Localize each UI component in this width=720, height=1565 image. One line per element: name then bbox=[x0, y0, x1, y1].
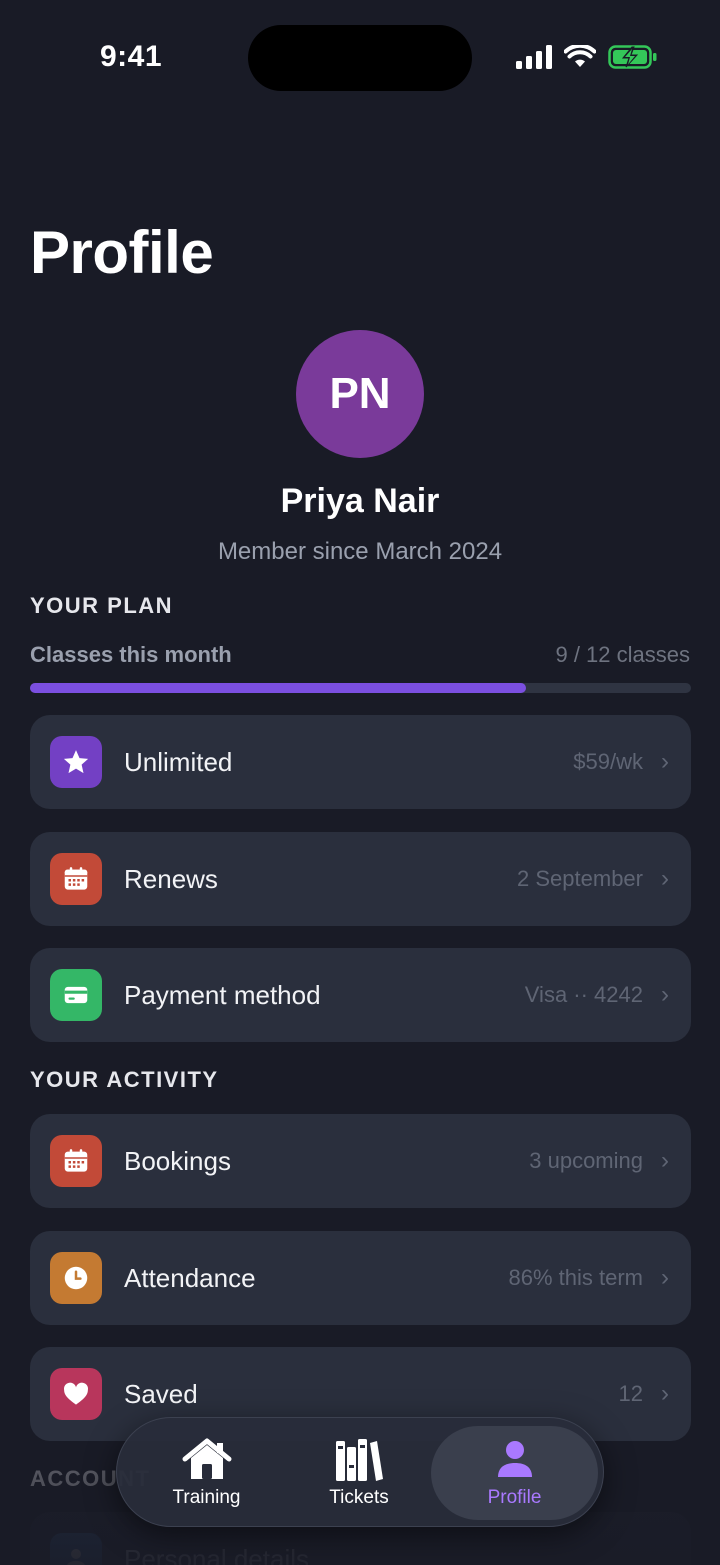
row-value: 86% this term bbox=[508, 1265, 644, 1290]
dynamic-island bbox=[248, 25, 472, 91]
page-title: Profile bbox=[30, 219, 214, 286]
row-label: Bookings bbox=[124, 1145, 231, 1176]
calendar-icon bbox=[50, 853, 102, 905]
progress-value: 9 / 12 classes bbox=[555, 642, 690, 667]
calendar-icon bbox=[50, 1135, 102, 1187]
status-bar: 9:41 bbox=[0, 0, 720, 110]
chevron-right-icon: › bbox=[661, 981, 669, 1008]
section-header-activity: YOUR ACTIVITY bbox=[30, 1067, 219, 1092]
chevron-right-icon: › bbox=[661, 1147, 669, 1174]
tab-profile[interactable]: Profile bbox=[431, 1426, 598, 1520]
row-value: 2 September bbox=[517, 866, 643, 891]
row-label: Payment method bbox=[124, 979, 321, 1010]
person-icon bbox=[50, 1533, 102, 1565]
section-header-plan: YOUR PLAN bbox=[30, 593, 174, 618]
plan-row-payment-method[interactable]: Payment method Visa ·· 4242 › bbox=[30, 948, 691, 1042]
battery-charging-icon bbox=[608, 45, 657, 69]
avatar-initials: PN bbox=[329, 369, 391, 418]
row-label: Personal details bbox=[124, 1543, 309, 1565]
tab-bar: Training Tickets Profile bbox=[116, 1417, 604, 1527]
row-value: $59/wk bbox=[573, 749, 643, 774]
activity-row-bookings[interactable]: Bookings 3 upcoming › bbox=[30, 1114, 691, 1208]
chevron-right-icon: › bbox=[661, 1380, 669, 1407]
member-since-text: Member since March 2024 bbox=[217, 538, 503, 565]
row-value: 3 upcoming bbox=[529, 1148, 643, 1173]
row-label: Saved bbox=[124, 1378, 198, 1409]
cellular-signal-icon bbox=[516, 45, 552, 69]
tab-training[interactable]: Training bbox=[129, 1426, 284, 1520]
profile-name: Priya Nair bbox=[280, 482, 440, 520]
progress-label: Classes this month bbox=[30, 642, 232, 667]
wifi-icon bbox=[564, 45, 596, 67]
row-value: Visa ·· 4242 bbox=[524, 982, 643, 1007]
plan-row-renews[interactable]: Renews 2 September › bbox=[30, 832, 691, 926]
heart-icon bbox=[50, 1368, 102, 1420]
row-label: Renews bbox=[124, 863, 218, 894]
chevron-right-icon: › bbox=[661, 1264, 669, 1291]
row-label: Attendance bbox=[124, 1262, 256, 1293]
chevron-right-icon: › bbox=[661, 748, 669, 775]
star-icon bbox=[50, 736, 102, 788]
status-icons bbox=[516, 44, 658, 70]
avatar[interactable]: PN bbox=[296, 330, 424, 458]
row-label: Unlimited bbox=[124, 746, 233, 777]
tab-label: Profile bbox=[487, 1487, 542, 1508]
plan-row-unlimited[interactable]: Unlimited $59/wk › bbox=[30, 715, 691, 809]
home-icon bbox=[182, 1438, 231, 1479]
books-icon bbox=[336, 1439, 383, 1481]
activity-row-attendance[interactable]: Attendance 86% this term › bbox=[30, 1231, 691, 1325]
credit-card-icon bbox=[50, 969, 102, 1021]
person-icon bbox=[497, 1441, 532, 1477]
progress-fill bbox=[30, 683, 526, 693]
clock-icon bbox=[50, 1252, 102, 1304]
row-value: 12 bbox=[618, 1381, 643, 1406]
tab-tickets[interactable]: Tickets bbox=[284, 1426, 434, 1520]
tab-label: Training bbox=[172, 1487, 241, 1508]
chevron-right-icon: › bbox=[661, 865, 669, 892]
tab-label: Tickets bbox=[329, 1487, 389, 1508]
status-time: 9:41 bbox=[100, 40, 163, 73]
classes-progress-bar bbox=[30, 683, 691, 693]
